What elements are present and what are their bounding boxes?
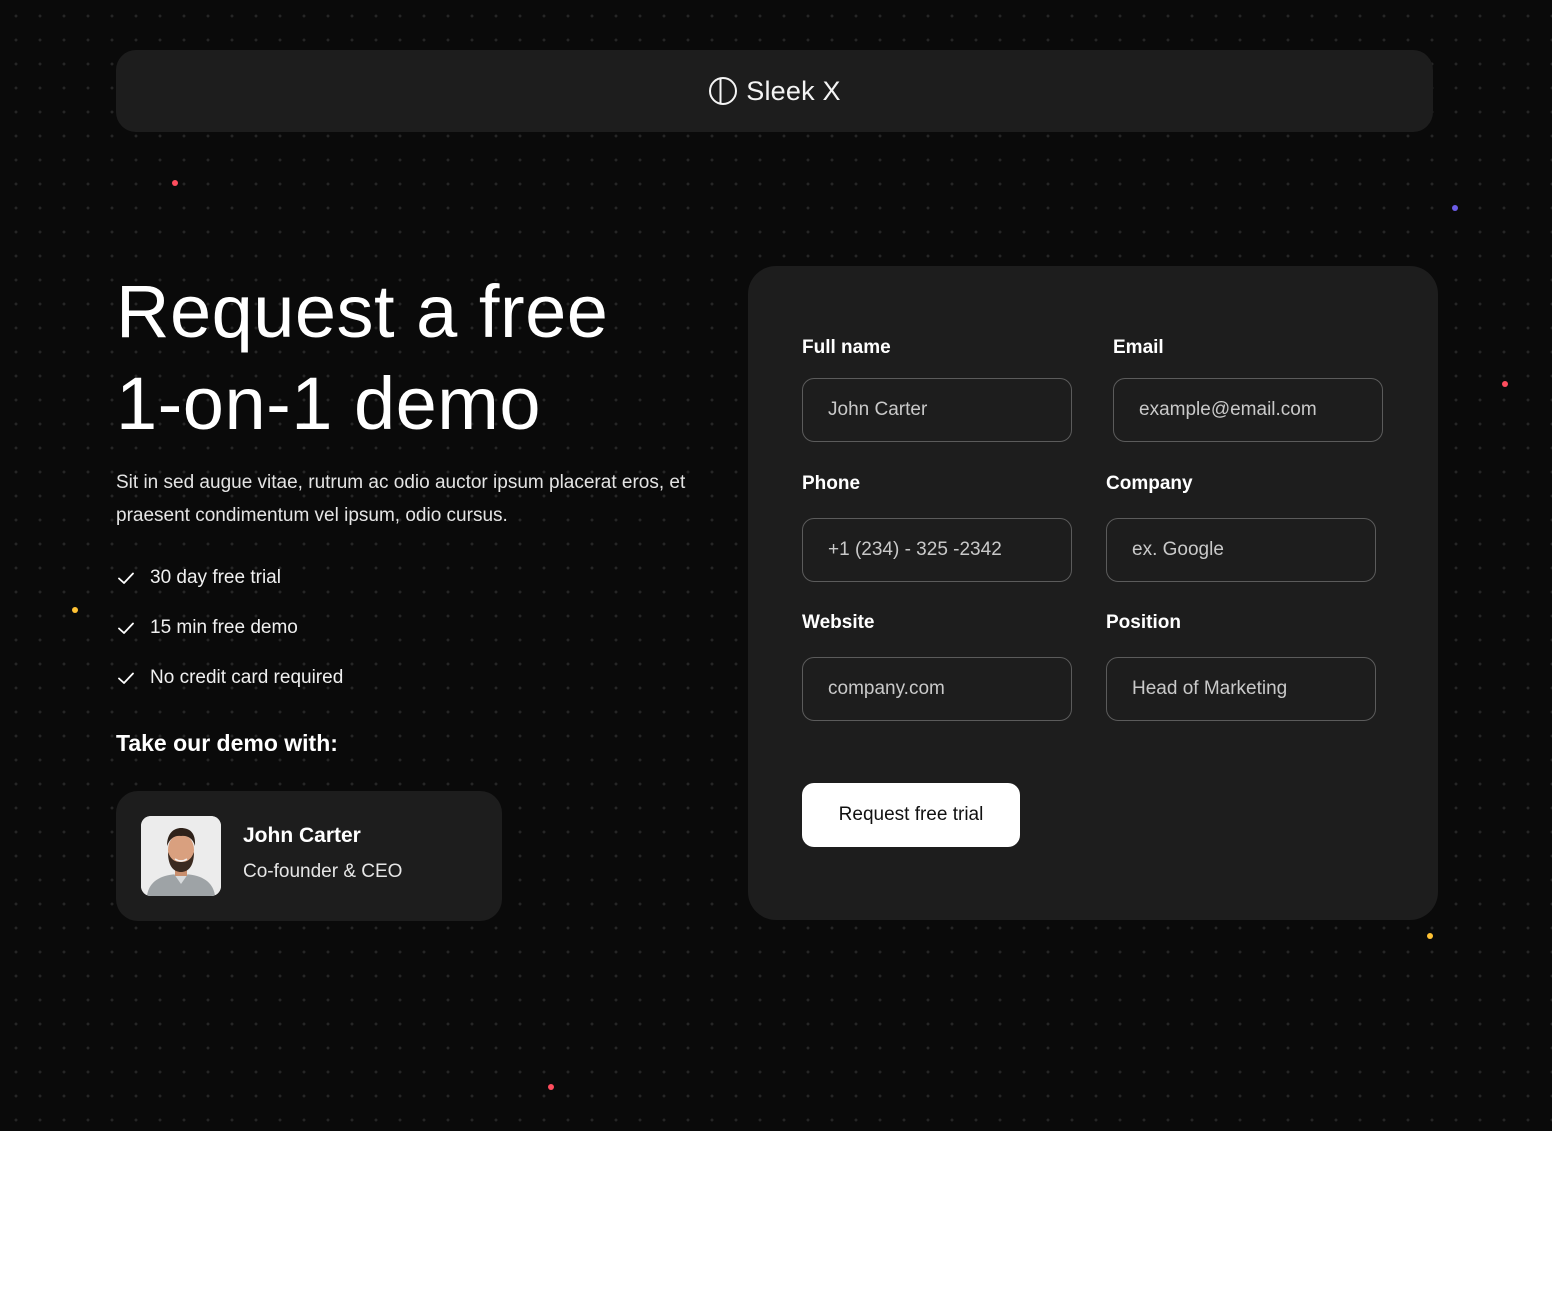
request-trial-button[interactable]: Request free trial [802,783,1020,847]
phone-label: Phone [802,473,861,494]
feature-label: 30 day free trial [150,567,281,588]
demo-request-form: Full name Email Phone Company Website Po… [748,266,1438,920]
brand-name: Sleek X [746,75,841,106]
presenter-card: John Carter Co-founder & CEO [116,791,502,921]
feature-item: 30 day free trial [116,562,343,594]
feature-label: No credit card required [150,667,344,688]
feature-list: 30 day free trial 15 min free demo No cr… [116,562,343,712]
decor-dot-yellow [1427,933,1433,939]
email-field[interactable] [1113,378,1383,442]
check-icon [118,622,134,634]
full-name-label: Full name [802,337,891,358]
demo-heading: Take our demo with: [116,730,338,756]
check-icon [118,572,134,584]
company-field[interactable] [1106,518,1376,582]
page-title-line-1: Request a free [116,270,609,353]
email-label: Email [1113,337,1164,358]
half-circle-logo-icon [709,77,738,105]
position-field[interactable] [1106,657,1376,721]
hero-section: Sleek X Request a free 1-on-1 demo Sit i… [0,0,1552,1131]
decor-dot-yellow [72,607,78,613]
check-icon [118,672,134,684]
phone-field[interactable] [802,518,1072,582]
company-label: Company [1106,473,1193,494]
full-name-field[interactable] [802,378,1072,442]
decor-dot-red [1502,381,1508,387]
avatar [141,816,221,896]
feature-label: 15 min free demo [150,617,298,638]
feature-item: No credit card required [116,662,343,694]
page-title-line-2: 1-on-1 demo [116,362,542,445]
feature-item: 15 min free demo [116,612,343,644]
website-label: Website [802,612,875,633]
hero-subtitle: Sit in sed augue vitae, rutrum ac odio a… [116,472,686,526]
decor-dot-red [172,180,178,186]
decor-dot-red [548,1084,554,1090]
navbar: Sleek X [116,50,1433,132]
brand-link[interactable]: Sleek X [708,75,841,107]
avatar-portrait-icon [141,816,221,896]
page-title: Request a free 1-on-1 demo [116,266,608,450]
presenter-role: Co-founder & CEO [243,861,403,882]
presenter-name: John Carter [243,824,361,847]
decor-dot-purple [1452,205,1458,211]
website-field[interactable] [802,657,1072,721]
position-label: Position [1106,612,1181,633]
